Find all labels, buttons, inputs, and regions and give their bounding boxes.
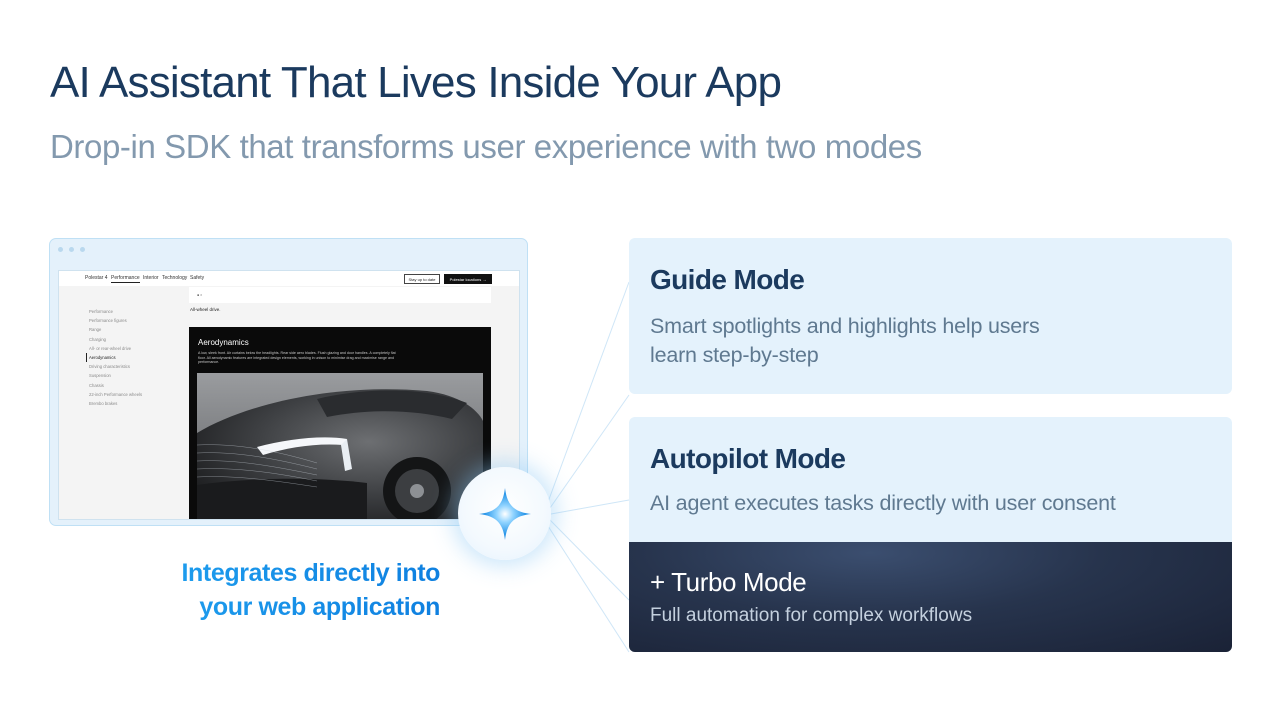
sidebar-item-performance[interactable]: Performance bbox=[89, 307, 142, 316]
web-app-viewport: Polestar 4 Performance Interior Technolo… bbox=[58, 270, 520, 520]
window-dots bbox=[58, 247, 85, 252]
content-header-block bbox=[189, 287, 491, 303]
guide-mode-card: Guide Mode Smart spotlights and highligh… bbox=[629, 238, 1232, 394]
window-dot bbox=[69, 247, 74, 252]
autopilot-mode-title: Autopilot Mode bbox=[650, 443, 846, 474]
sidebar-item-range[interactable]: Range bbox=[89, 325, 142, 334]
window-dot bbox=[58, 247, 63, 252]
hero-title: Aerodynamics bbox=[198, 338, 249, 347]
nav-performance[interactable]: Performance bbox=[111, 275, 140, 283]
page-title: AI Assistant That Lives Inside Your App bbox=[50, 58, 782, 107]
sidebar-item-drive[interactable]: All- or rear-wheel drive bbox=[89, 344, 142, 353]
car-image bbox=[197, 373, 483, 519]
sidebar-item-performance-figures[interactable]: Performance figures bbox=[89, 316, 142, 325]
site-nav: Polestar 4 Performance Interior Technolo… bbox=[59, 271, 519, 286]
sidebar-item-wheels[interactable]: 22-inch Performance wheels bbox=[89, 390, 142, 399]
window-dot bbox=[80, 247, 85, 252]
sidebar-item-driving-characteristics[interactable]: Driving characteristics bbox=[89, 362, 142, 371]
sidebar-item-aerodynamics[interactable]: Aerodynamics bbox=[86, 352, 142, 363]
guide-mode-title: Guide Mode bbox=[650, 264, 805, 295]
sidebar-item-suspension[interactable]: Suspension bbox=[89, 371, 142, 380]
sidebar-item-brakes[interactable]: Brembo brakes bbox=[89, 399, 142, 408]
stay-up-to-date-button[interactable]: Stay up to date bbox=[404, 274, 440, 284]
turbo-mode-description: Full automation for complex workflows bbox=[650, 605, 973, 626]
sidebar-item-charging[interactable]: Charging bbox=[89, 335, 142, 344]
carousel-pager[interactable]: ● ○ bbox=[197, 293, 202, 297]
integration-caption: Integrates directly into your web applic… bbox=[140, 556, 440, 624]
guide-mode-description: Smart spotlights and highlights help use… bbox=[650, 314, 1040, 367]
hero-panel: Aerodynamics A low, sleek front. Air cur… bbox=[189, 327, 491, 519]
turbo-mode-title: + Turbo Mode bbox=[650, 567, 807, 597]
hero-description: A low, sleek front. Air curtains below t… bbox=[198, 351, 396, 365]
polestar-locations-button[interactable]: Polestar locations → bbox=[444, 274, 492, 284]
nav-technology[interactable]: Technology bbox=[162, 275, 187, 281]
autopilot-mode-card: Autopilot Mode AI agent executes tasks d… bbox=[629, 417, 1232, 652]
assistant-orb[interactable] bbox=[458, 467, 551, 560]
autopilot-mode-description: AI agent executes tasks directly with us… bbox=[650, 491, 1116, 515]
sidebar-item-chassis[interactable]: Chassis bbox=[89, 381, 142, 390]
page-subtitle: Drop-in SDK that transforms user experie… bbox=[50, 128, 922, 165]
caption-line-2: your web application bbox=[140, 590, 440, 624]
nav-interior[interactable]: Interior bbox=[143, 275, 159, 281]
turbo-mode-panel: + Turbo Mode Full automation for complex… bbox=[629, 542, 1232, 652]
awd-label: All-wheel drive. bbox=[190, 307, 221, 312]
sparkle-star-icon bbox=[478, 487, 531, 540]
nav-polestar-4[interactable]: Polestar 4 bbox=[85, 275, 108, 281]
nav-safety[interactable]: Safety bbox=[190, 275, 204, 281]
caption-line-1: Integrates directly into bbox=[140, 556, 440, 590]
sidebar-nav: Performance Performance figures Range Ch… bbox=[86, 307, 142, 408]
browser-mockup: Polestar 4 Performance Interior Technolo… bbox=[49, 238, 528, 526]
